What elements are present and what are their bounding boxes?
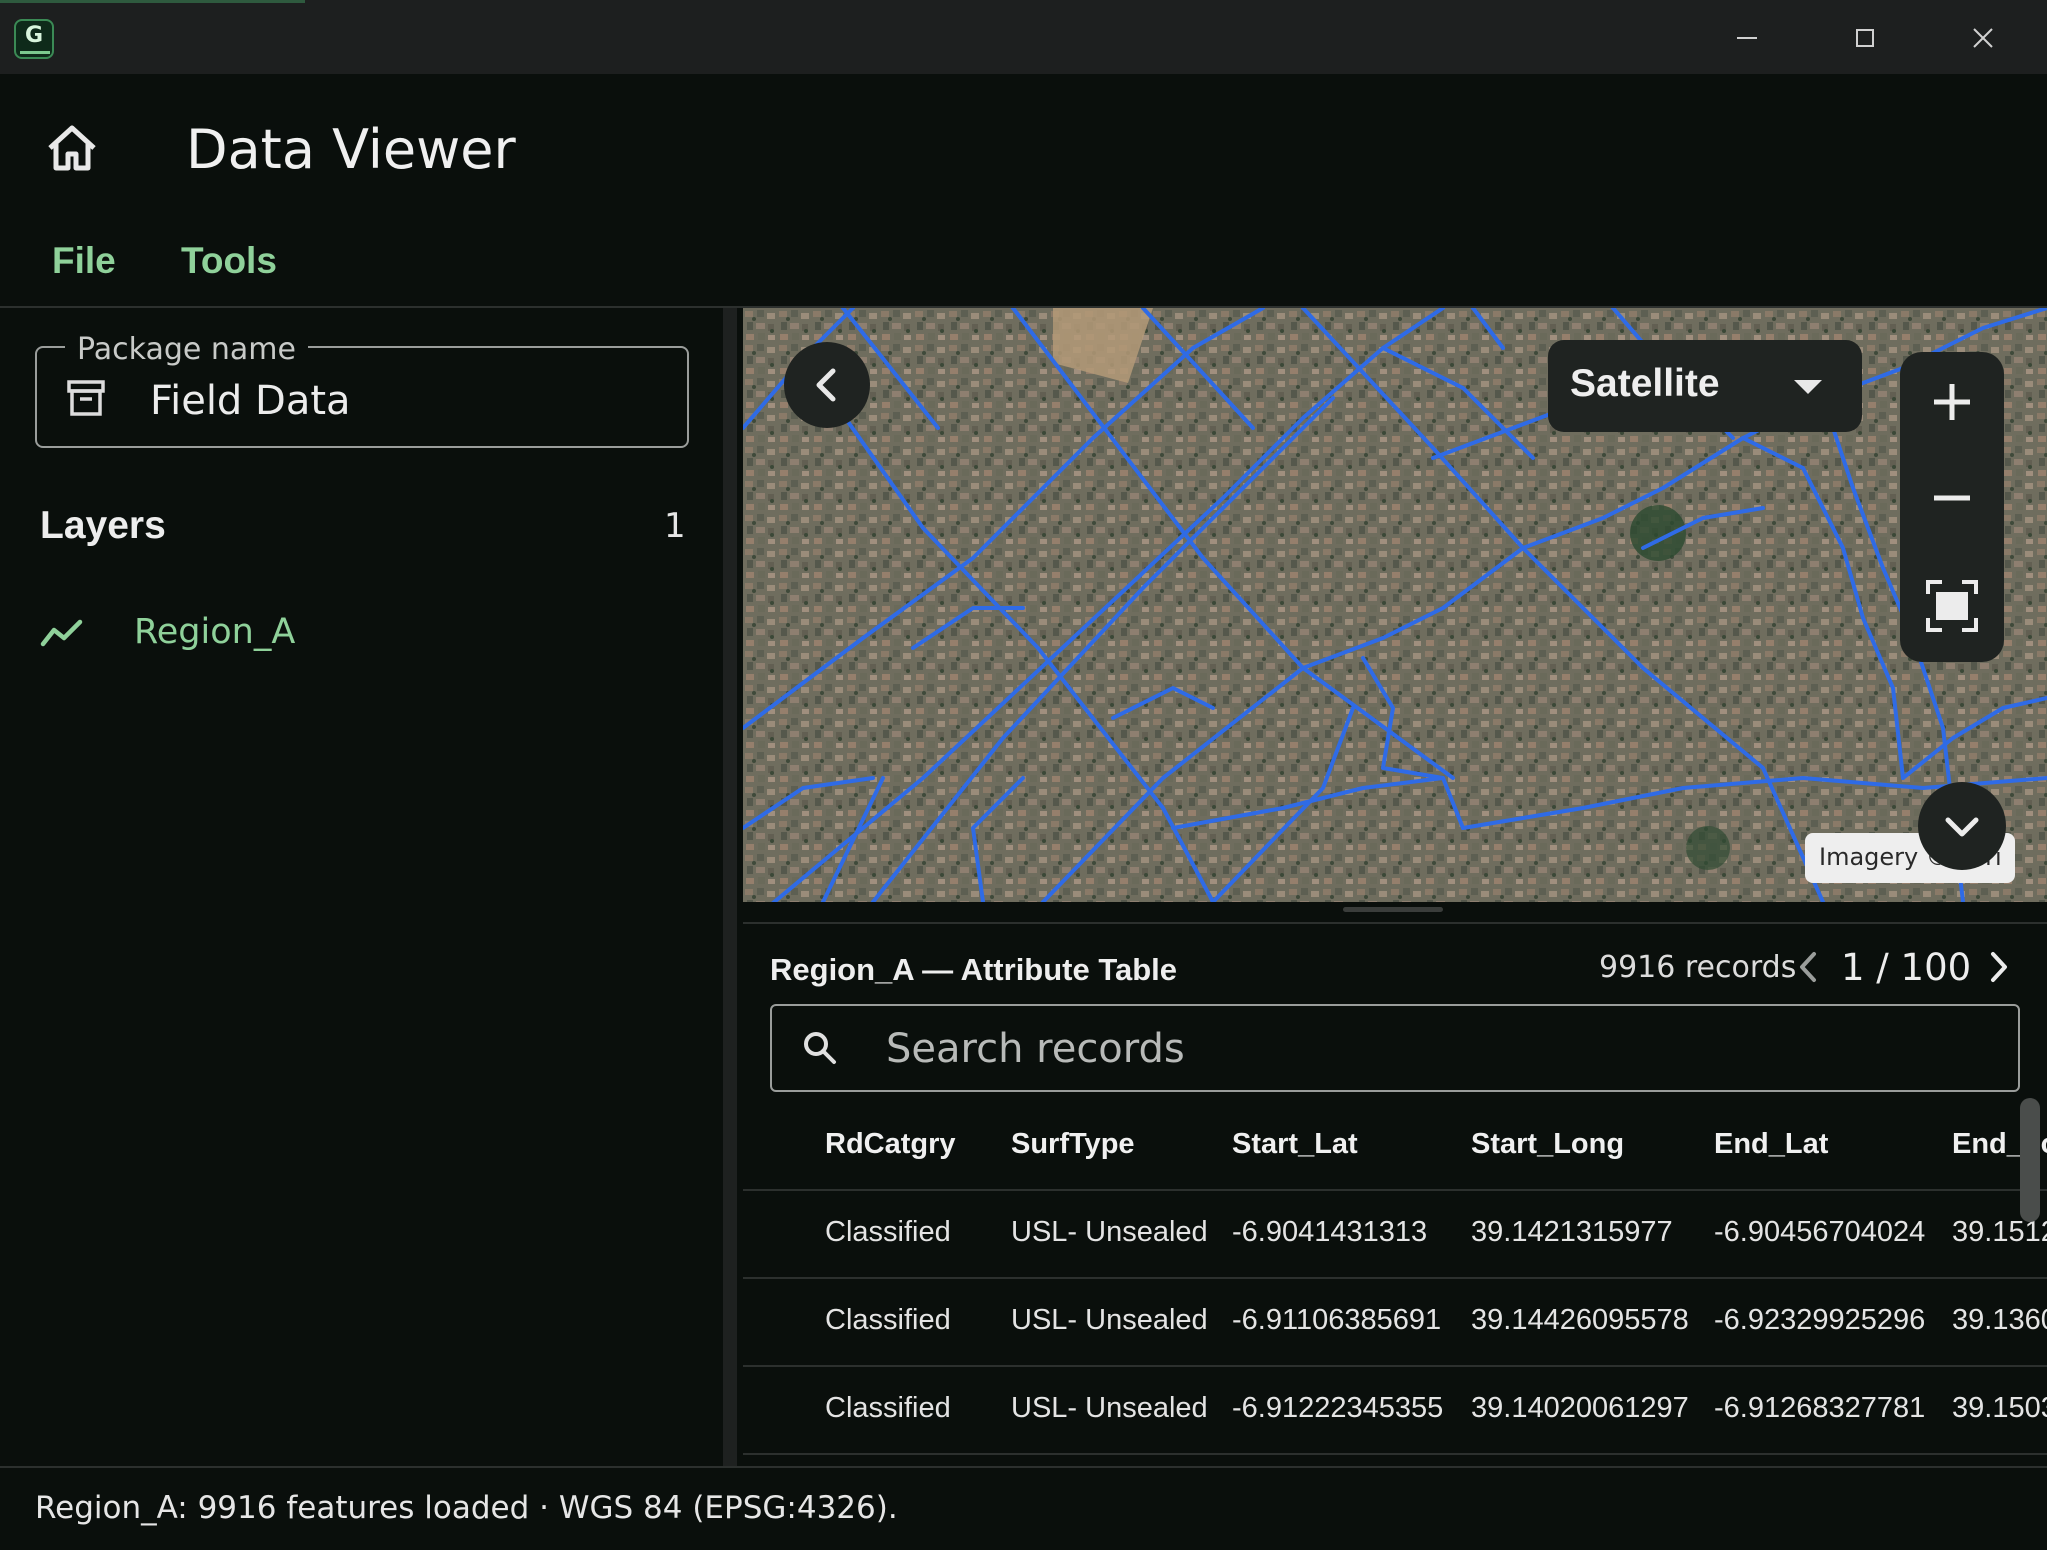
column-header[interactable]: Start_Long (1471, 1128, 1624, 1161)
layers-count: 1 (664, 506, 686, 546)
maximize-button[interactable] (1820, 12, 1910, 64)
layer-label: Region_A (134, 612, 296, 652)
archive-icon (67, 380, 105, 416)
table-cell: -6.91268327781 (1714, 1392, 1926, 1424)
table-cell: Classified (825, 1392, 951, 1424)
title-bar-accent (0, 0, 305, 3)
table-cell: -6.9041431313 (1232, 1216, 1428, 1248)
table-cell: -6.91222345355 (1232, 1392, 1444, 1424)
package-name-label: Package name (65, 332, 308, 367)
sidebar (0, 308, 723, 1466)
sidebar-splitter[interactable] (723, 308, 737, 1466)
column-header[interactable]: SurfType (1011, 1128, 1135, 1161)
zoom-in-button[interactable] (1900, 352, 2004, 448)
menu-file[interactable]: File (52, 240, 116, 282)
table-cell: 39.14426095578 (1471, 1304, 1689, 1336)
basemap-selected: Satellite (1570, 362, 1720, 405)
menu-tools[interactable]: Tools (181, 240, 277, 282)
table-cell: 39.1503 (1952, 1392, 2047, 1424)
app-logo-letter: G (25, 23, 44, 48)
table-cell: 39.1421315977 (1471, 1216, 1673, 1248)
table-row[interactable]: Classified USL- Unsealed -6.91222345355 … (743, 1366, 2047, 1455)
record-count: 9916 records (1599, 950, 1797, 985)
app-logo-icon: G (14, 19, 54, 59)
minus-icon (1934, 495, 1970, 501)
maximize-icon (1856, 29, 1874, 47)
status-text: Region_A: 9916 features loaded · WGS 84 … (35, 1490, 898, 1526)
table-row[interactable]: Classified USL- Unsealed -6.9041431313 3… (743, 1190, 2047, 1279)
plus-icon (1934, 384, 1970, 420)
records-table: RdCatgry SurfType Start_Lat Start_Long E… (743, 1102, 2047, 1468)
page-title: Data Viewer (186, 118, 516, 181)
search-box[interactable] (770, 1004, 2020, 1092)
table-cell: Classified (825, 1304, 951, 1336)
zoom-out-button[interactable] (1900, 456, 2004, 552)
chevron-left-icon (816, 368, 836, 402)
close-button[interactable] (1938, 12, 2028, 64)
table-cell: Classified (825, 1216, 951, 1248)
collapse-table-button[interactable] (1918, 782, 2006, 870)
previous-page-button[interactable] (1796, 950, 1822, 984)
table-cell: -6.92329925296 (1714, 1304, 1926, 1336)
fit-extent-icon (1926, 580, 1978, 632)
close-icon (1973, 28, 1993, 48)
next-page-button[interactable] (1985, 950, 2011, 984)
attribute-table-panel: Region_A — Attribute Table 9916 records … (743, 922, 2047, 1468)
table-cell: USL- Unsealed (1011, 1216, 1208, 1248)
table-header: RdCatgry SurfType Start_Lat Start_Long E… (743, 1102, 2047, 1191)
column-header[interactable]: Start_Lat (1232, 1128, 1358, 1161)
map-back-button[interactable] (784, 342, 870, 428)
table-cell: USL- Unsealed (1011, 1304, 1208, 1336)
column-header[interactable]: End_Lat (1714, 1128, 1828, 1161)
title-bar: G (0, 0, 2047, 74)
search-icon (804, 1032, 836, 1064)
app-logo-underline (20, 51, 50, 54)
table-row[interactable]: Classified USL- Unsealed -6.91106385691 … (743, 1278, 2047, 1367)
minimize-button[interactable] (1702, 12, 1792, 64)
table-cell: 39.14020061297 (1471, 1392, 1689, 1424)
layer-item-region-a[interactable]: Region_A (30, 600, 690, 666)
table-cell: USL- Unsealed (1011, 1392, 1208, 1424)
zoom-controls (1900, 352, 2004, 662)
table-scrollbar[interactable] (2020, 1098, 2040, 1222)
status-bar: Region_A: 9916 features loaded · WGS 84 … (0, 1466, 2047, 1550)
table-cell: 39.1360 (1952, 1304, 2047, 1336)
map-table-splitter[interactable] (743, 904, 2047, 924)
polyline-icon (40, 619, 83, 647)
column-header[interactable]: RdCatgry (825, 1128, 956, 1161)
basemap-dropdown[interactable]: Satellite (1548, 340, 1862, 432)
layers-heading: Layers (40, 504, 166, 547)
attribute-table-title: Region_A — Attribute Table (770, 952, 1178, 987)
table-cell: -6.91106385691 (1232, 1304, 1442, 1336)
splitter-grip (1343, 907, 1443, 912)
package-name-value: Field Data (150, 378, 351, 424)
zoom-to-extent-button[interactable] (1900, 560, 2004, 656)
minimize-icon (1737, 37, 1757, 39)
table-cell: -6.90456704024 (1714, 1216, 1926, 1248)
caret-down-icon (1794, 380, 1822, 394)
page-indicator: 1 / 100 (1841, 946, 1972, 989)
app-header (0, 74, 2047, 308)
search-input[interactable] (884, 1018, 1988, 1080)
chevron-down-icon (1945, 817, 1979, 837)
home-icon[interactable] (44, 122, 100, 174)
